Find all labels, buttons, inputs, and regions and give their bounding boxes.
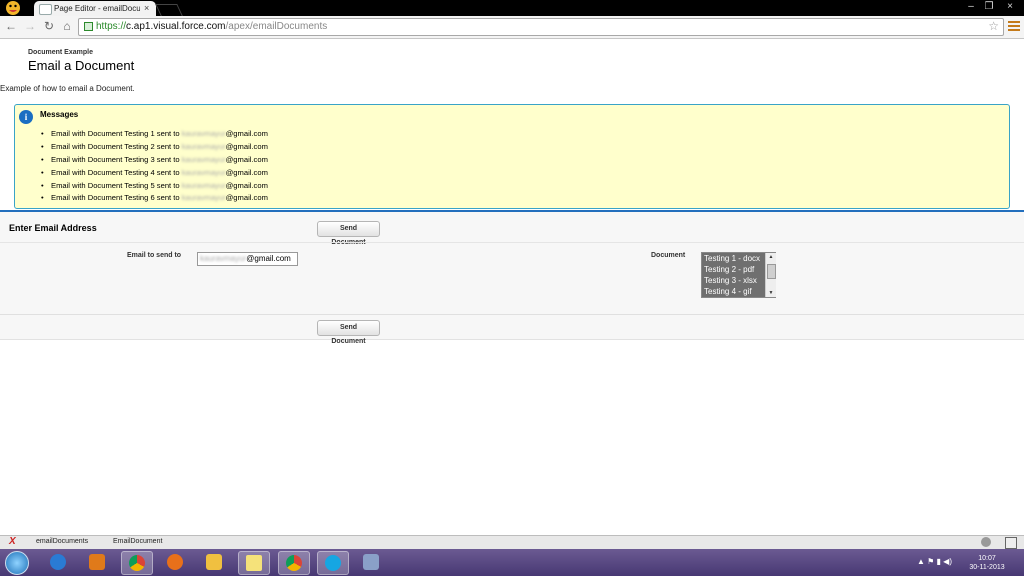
system-clock[interactable]: 10:07 30-11-2013: [962, 554, 1012, 572]
start-button-icon[interactable]: [5, 551, 29, 575]
send-document-button-bottom[interactable]: Send Document: [317, 320, 380, 345]
tab-close-icon[interactable]: ×: [144, 3, 149, 13]
browser-title-bar: Page Editor - emailDocum × – ❐ ×: [0, 0, 1024, 16]
message-item: Email with Document Testing 5 sent to ka…: [41, 181, 268, 194]
page-title: Email a Document: [28, 58, 135, 73]
reload-icon[interactable]: ↻: [42, 19, 56, 33]
address-bar[interactable]: https://c.ap1.visual.force.com/apex/emai…: [78, 18, 1004, 36]
browser-avatar-icon[interactable]: [4, 0, 22, 16]
close-window-button[interactable]: ×: [1000, 1, 1020, 13]
ie-taskbar-icon[interactable]: [43, 551, 73, 573]
media-player-taskbar-icon[interactable]: [82, 551, 112, 573]
page-description: Example of how to email a Document.: [0, 84, 135, 93]
message-item: Email with Document Testing 6 sent to ka…: [41, 193, 268, 206]
notes-taskbar-icon[interactable]: [238, 551, 270, 575]
email-form-block: Enter Email Address Send Document Email …: [0, 212, 1024, 345]
forward-icon[interactable]: →: [23, 19, 37, 33]
email-label: Email to send to: [127, 252, 182, 259]
tab-title: Page Editor - emailDocum: [54, 4, 140, 13]
select-scrollbar[interactable]: ▲ ▼: [765, 253, 776, 297]
chrome-window-taskbar-icon[interactable]: [278, 551, 310, 575]
scroll-up-icon[interactable]: ▲: [766, 253, 776, 261]
scroll-down-icon[interactable]: ▼: [766, 289, 776, 297]
message-item: Email with Document Testing 4 sent to ka…: [41, 168, 268, 181]
section-divider: [0, 314, 1024, 315]
browser-tab[interactable]: Page Editor - emailDocum ×: [34, 1, 156, 16]
system-tray-icons[interactable]: ▲ ⚑ ▮ ◀): [917, 557, 952, 566]
clock-date: 30-11-2013: [969, 564, 1005, 571]
chrome-taskbar-icon[interactable]: [121, 551, 153, 575]
clock-time: 10:07: [978, 555, 996, 562]
scroll-thumb[interactable]: [767, 264, 776, 279]
page-breadcrumb: Document Example: [28, 49, 93, 56]
section-title: Enter Email Address: [9, 223, 97, 233]
minimize-button[interactable]: –: [962, 1, 980, 13]
devbar-controller-link[interactable]: EmailDocument: [113, 538, 162, 545]
document-label: Document: [651, 252, 686, 259]
close-dev-footer-icon[interactable]: X: [9, 536, 16, 547]
messages-title: Messages: [40, 110, 79, 119]
maximize-button[interactable]: ❐: [980, 1, 998, 13]
send-document-button-top[interactable]: Send Document: [317, 221, 380, 246]
bookmark-star-icon[interactable]: ☆: [988, 19, 999, 33]
skype-taskbar-icon[interactable]: [317, 551, 349, 575]
messages-panel: i Messages Email with Document Testing 1…: [14, 104, 1010, 209]
help-icon[interactable]: [981, 537, 991, 547]
message-item: Email with Document Testing 2 sent to ka…: [41, 142, 268, 155]
browser-menu-icon[interactable]: [1008, 19, 1020, 33]
page-content: Document Example Email a Document Exampl…: [0, 39, 1024, 535]
os-taskbar: ▲ ⚑ ▮ ◀) 10:07 30-11-2013: [0, 549, 1024, 576]
document-multiselect[interactable]: Testing 1 - docx Testing 2 - pdf Testing…: [701, 252, 776, 298]
home-icon[interactable]: ⌂: [60, 19, 74, 33]
back-icon[interactable]: ←: [4, 19, 18, 33]
messages-list: Email with Document Testing 1 sent to ka…: [41, 129, 268, 206]
developer-footer-bar: X emailDocuments EmailDocument: [0, 535, 1024, 550]
section-divider: [0, 242, 1024, 243]
info-icon: i: [19, 110, 33, 124]
document-option[interactable]: Testing 1 - docx: [702, 253, 765, 264]
document-option[interactable]: Testing 3 - xlsx: [702, 275, 765, 286]
page-favicon-icon: [39, 4, 52, 15]
new-tab-button[interactable]: [155, 4, 183, 16]
devbar-page-link[interactable]: emailDocuments: [36, 538, 88, 545]
document-option[interactable]: Testing 2 - pdf: [702, 264, 765, 275]
lock-icon: [84, 22, 93, 31]
expand-icon[interactable]: [1005, 537, 1017, 549]
paint-taskbar-icon[interactable]: [356, 551, 386, 573]
firefox-taskbar-icon[interactable]: [160, 551, 190, 573]
document-option[interactable]: Testing 4 - gif: [702, 286, 765, 297]
mail-taskbar-icon[interactable]: [199, 551, 229, 573]
browser-toolbar: ← → ↻ ⌂ https://c.ap1.visual.force.com/a…: [0, 16, 1024, 39]
email-input[interactable]: kauravmayur@gmail.com: [197, 252, 298, 266]
message-item: Email with Document Testing 1 sent to ka…: [41, 129, 268, 142]
url-text[interactable]: https://c.ap1.visual.force.com/apex/emai…: [96, 21, 327, 32]
message-item: Email with Document Testing 3 sent to ka…: [41, 155, 268, 168]
